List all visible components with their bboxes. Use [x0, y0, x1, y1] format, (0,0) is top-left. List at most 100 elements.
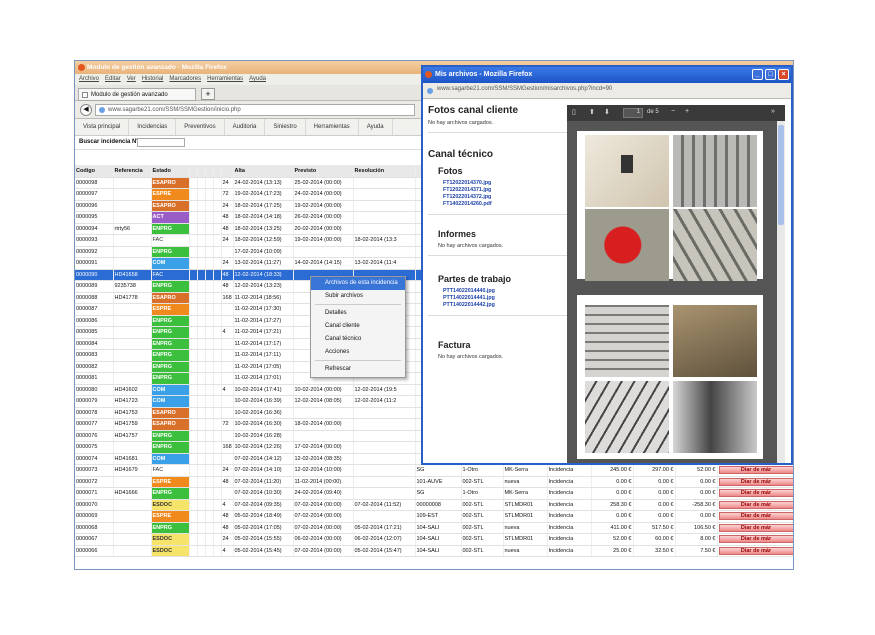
cell-flag: [197, 211, 206, 224]
zoom-out-icon[interactable]: −: [671, 108, 675, 115]
file-link[interactable]: FT12022014372.jpg: [443, 194, 573, 201]
menu-item-editar[interactable]: Editar: [105, 76, 121, 82]
menu-item-archivo[interactable]: Archivo: [79, 76, 99, 82]
menu-item-ver[interactable]: Ver: [127, 76, 136, 82]
cell-flag: [213, 338, 222, 350]
cell-previsto: 14-02-2014 (14:15): [293, 257, 354, 270]
cell-referencia: [113, 499, 152, 511]
cell-alta: 11-02-2014 (17:01): [233, 372, 294, 385]
scroll-thumb[interactable]: [778, 125, 784, 225]
cell-flag: [197, 223, 206, 235]
diar-button[interactable]: Diar de már: [717, 464, 793, 477]
cell-codigo: 0000070: [75, 499, 114, 511]
url-field[interactable]: www.sagarbe21.com/SSM/SSMGestion/inicio.…: [95, 104, 415, 116]
cell-flag: [197, 246, 206, 258]
diar-label: Diar de már: [718, 523, 793, 532]
nav-auditoria[interactable]: Auditoria: [225, 119, 266, 135]
status-badge: ESDOC: [151, 533, 190, 546]
file-link[interactable]: FT12022014370.jpg: [443, 180, 573, 187]
nav-vista-principal[interactable]: Vista principal: [75, 119, 130, 135]
diar-label: Diar de már: [718, 489, 793, 498]
nav-herramientas[interactable]: Herramientas: [306, 119, 359, 135]
column-header[interactable]: Referencia: [113, 165, 152, 178]
diar-button[interactable]: Diar de már: [717, 533, 793, 546]
next-page-icon[interactable]: ⬇: [604, 108, 610, 116]
sidebar-toggle-icon[interactable]: ▯: [572, 108, 576, 116]
file-link[interactable]: FT14022014260.pdf: [443, 201, 573, 208]
menu-item-ayuda[interactable]: Ayuda: [249, 76, 266, 82]
column-header[interactable]: [213, 165, 222, 178]
new-tab-button[interactable]: +: [201, 88, 215, 100]
table-row[interactable]: 0000066 ESDOC 4 05-02-2014 (15:45) 07-02-201…: [75, 545, 793, 557]
column-header[interactable]: Previsto: [293, 165, 354, 178]
minimize-icon[interactable]: _: [752, 69, 763, 80]
file-link[interactable]: FT12022014371.jpg: [443, 187, 573, 194]
search-input[interactable]: [137, 138, 185, 147]
file-link[interactable]: PTT14022014440.jpg: [443, 288, 573, 295]
maximize-icon[interactable]: □: [765, 69, 776, 80]
context-item-canal-cliente[interactable]: Canal cliente: [311, 320, 405, 333]
column-header[interactable]: [197, 165, 206, 178]
table-row[interactable]: 0000068 ENPRG 48 05-02-2014 (17:05) 07-02-20…: [75, 522, 793, 534]
nav-incidencias[interactable]: Incidencias: [129, 119, 177, 135]
firefox-icon: [78, 64, 85, 71]
back-arrow-icon[interactable]: ◀: [80, 104, 92, 116]
tab-modulo[interactable]: Modulo de gestión avanzado: [78, 88, 196, 101]
diar-button[interactable]: Diar de már: [717, 476, 793, 488]
column-header[interactable]: Codigo: [75, 165, 114, 178]
table-row[interactable]: 0000067 ESDOC 24 05-02-2014 (15:55) 06-02-20…: [75, 533, 793, 546]
menu-item-historial[interactable]: Historial: [142, 76, 164, 82]
table-row[interactable]: 0000070 ESDOC 4 07-02-2014 (09:35) 07-02-201…: [75, 499, 793, 511]
nav-siniestro[interactable]: Siniestro: [265, 119, 306, 135]
table-row[interactable]: 0000071 HD41666 ENPRG 07-02-2014 (10:30) 24-…: [75, 487, 793, 500]
column-header[interactable]: [205, 165, 214, 178]
column-header[interactable]: Estado: [151, 165, 190, 178]
context-item-acciones[interactable]: Acciones: [311, 346, 405, 359]
column-header[interactable]: Alta: [233, 165, 294, 178]
menu-item-marcadores[interactable]: Marcadores: [169, 76, 201, 82]
close-icon[interactable]: ×: [778, 69, 789, 80]
diar-button[interactable]: Diar de már: [717, 499, 793, 511]
cell-extra: 0.00 €: [675, 476, 718, 488]
divider: [428, 315, 573, 316]
context-item-refrescar[interactable]: Refrescar: [311, 363, 405, 376]
popup-url-field[interactable]: www.sagarbe21.com/SSM/SSMGestion/misarch…: [423, 83, 791, 99]
prev-page-icon[interactable]: ⬆: [589, 108, 595, 116]
cell-extra: 32.50 €: [633, 545, 676, 557]
divider: [428, 255, 573, 256]
diar-button[interactable]: Diar de már: [717, 545, 793, 557]
table-row[interactable]: 0000072 ESPRE 48 07-02-2014 (11:20) 11-02-20…: [75, 476, 793, 488]
menu-item-herramientas[interactable]: Herramientas: [207, 76, 243, 82]
context-item-detalles[interactable]: Detalles: [311, 307, 405, 320]
column-header[interactable]: [221, 165, 234, 178]
more-tools-icon[interactable]: »: [771, 108, 775, 115]
nav-preventivos[interactable]: Preventivos: [176, 119, 225, 135]
table-row[interactable]: 0000069 ESPRE 48 05-02-2014 (18:49) 07-02-20…: [75, 510, 793, 523]
cell-resolucion: [353, 510, 416, 523]
cell-alta: 05-02-2014 (15:45): [233, 545, 294, 557]
diar-button[interactable]: Diar de már: [717, 487, 793, 500]
status-badge: ESDOC: [151, 545, 190, 557]
cell-extra: 002-STL: [461, 533, 504, 546]
photo-thumbnail: [585, 305, 669, 377]
cell-flag: [205, 510, 214, 523]
photo-thumbnail: [585, 209, 669, 281]
column-header[interactable]: [189, 165, 198, 178]
diar-button[interactable]: Diar de már: [717, 522, 793, 534]
cell-extra: 00000008: [415, 499, 462, 511]
zoom-in-icon[interactable]: +: [685, 108, 689, 115]
file-link[interactable]: PTT14022014441.jpg: [443, 295, 573, 302]
photo-thumbnail: [673, 209, 757, 281]
nav-ayuda[interactable]: Ayuda: [359, 119, 393, 135]
cell-flag: [197, 499, 206, 511]
context-item-archivos-de-esta-incidencia[interactable]: Archivos de esta incidencia: [311, 277, 405, 290]
context-item-subir-archivos[interactable]: Subir archivos: [311, 290, 405, 303]
diar-button[interactable]: Diar de már: [717, 510, 793, 523]
page-number-input[interactable]: 1: [623, 108, 643, 118]
status-badge: ENPRG: [151, 315, 190, 327]
column-header[interactable]: Resolución: [353, 165, 416, 178]
table-row[interactable]: 0000073 HD41679 FAC 24 07-02-2014 (14:10) 12-…: [75, 464, 793, 477]
viewer-scrollbar[interactable]: [777, 121, 785, 463]
file-link[interactable]: PTT14022014442.jpg: [443, 302, 573, 309]
context-item-canal-técnico[interactable]: Canal técnico: [311, 333, 405, 346]
